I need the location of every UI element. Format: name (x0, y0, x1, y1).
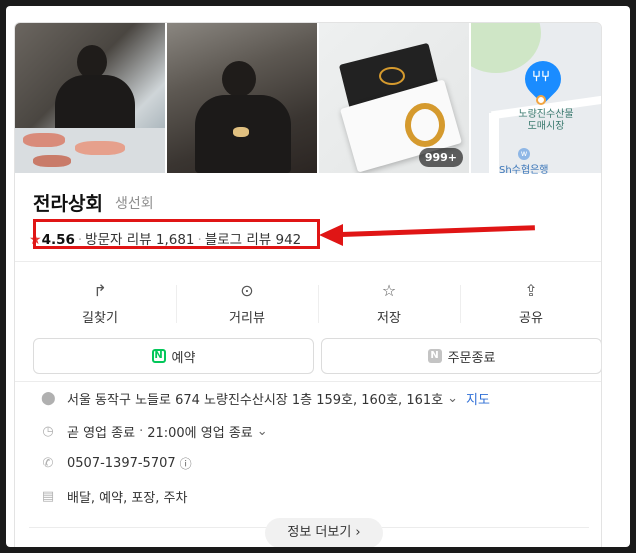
place-category: 생선회 (115, 196, 154, 212)
phone-number[interactable]: 0507-1397-5707 (67, 456, 176, 471)
info-icon[interactable]: ⓘ (180, 455, 192, 472)
photo-chef-cutting[interactable] (15, 23, 165, 173)
store-icon: ▤ (41, 489, 55, 504)
order-closed-button[interactable]: N 주문종료 (321, 338, 601, 374)
map-bank-label: Sh수협은행 (499, 165, 549, 176)
highlight-box (33, 219, 320, 249)
address-text[interactable]: 서울 동작구 노들로 674 노량진수산시장 1층 159호, 160호, 16… (67, 389, 443, 408)
star-outline-icon: ☆ (381, 281, 397, 300)
chevron-down-icon[interactable]: ⌄ (257, 424, 268, 439)
chevron-down-icon[interactable]: ⌄ (447, 391, 458, 406)
share-icon: ⇪ (524, 281, 538, 300)
street-view-icon: ⊙ (240, 281, 254, 300)
hours-row: ◷ 곧 영업 종료 · 21:00에 영업 종료 ⌄ (42, 422, 268, 441)
map-pin-dot (536, 95, 546, 105)
place-card: 999+ ⑂⑂ 노량진수산물 도매시장 w Sh수협은행 전라상회 생선회 ★4… (14, 22, 602, 547)
action-save[interactable]: ☆ 저장 (318, 281, 460, 326)
photo-chef-portrait[interactable] (167, 23, 317, 173)
divider (15, 261, 601, 262)
reserve-button[interactable]: N 예약 (33, 338, 314, 374)
services-text: 배달, 예약, 포장, 주차 (67, 491, 188, 506)
location-pin-icon: ⬤ (41, 391, 56, 406)
action-label: 공유 (519, 311, 543, 326)
phone-icon: ✆ (42, 456, 54, 471)
window-frame: 999+ ⑂⑂ 노량진수산물 도매시장 w Sh수협은행 전라상회 생선회 ★4… (6, 6, 630, 547)
map-poi-label: 노량진수산물 도매시장 (511, 109, 581, 133)
business-hours[interactable]: 21:00에 영업 종료 (147, 422, 253, 441)
services-row: ▤ 배달, 예약, 포장, 주차 (41, 487, 188, 506)
map-poi-label-line2: 도매시장 (527, 121, 565, 132)
place-name[interactable]: 전라상회 (33, 189, 103, 216)
address-row: ⬤ 서울 동작구 노들로 674 노량진수산시장 1층 159호, 160호, … (41, 389, 490, 408)
map-link[interactable]: 지도 (466, 389, 490, 408)
clock-icon: ◷ (42, 424, 54, 439)
action-directions[interactable]: ↱ 길찾기 (29, 281, 171, 326)
action-label: 거리뷰 (229, 311, 265, 326)
more-info-button[interactable]: 정보 더보기 › (265, 518, 383, 547)
order-closed-label: 주문종료 (447, 350, 496, 366)
photo-strip: 999+ ⑂⑂ 노량진수산물 도매시장 w Sh수협은행 (15, 23, 601, 176)
directions-icon: ↱ (93, 281, 107, 300)
phone-row: ✆ 0507-1397-5707 ⓘ (41, 455, 192, 472)
naver-reserve-icon: N (151, 349, 166, 363)
divider (15, 381, 601, 382)
reserve-label: 예약 (171, 350, 196, 366)
photo-business-card[interactable]: 999+ (319, 23, 469, 173)
naver-order-icon: N (427, 349, 442, 363)
action-label: 길찾기 (82, 311, 118, 326)
action-label: 저장 (377, 311, 401, 326)
restaurant-icon: ⑂⑂ (532, 67, 551, 85)
business-status: 곧 영업 종료 (67, 426, 136, 441)
action-street-view[interactable]: ⊙ 거리뷰 (176, 281, 318, 326)
map-poi-label-line1: 노량진수산물 (518, 109, 574, 120)
bank-icon: w (518, 148, 530, 160)
annotation-arrow-head (319, 224, 343, 246)
action-share[interactable]: ⇪ 공유 (460, 281, 601, 326)
photo-count-badge: 999+ (418, 148, 463, 167)
